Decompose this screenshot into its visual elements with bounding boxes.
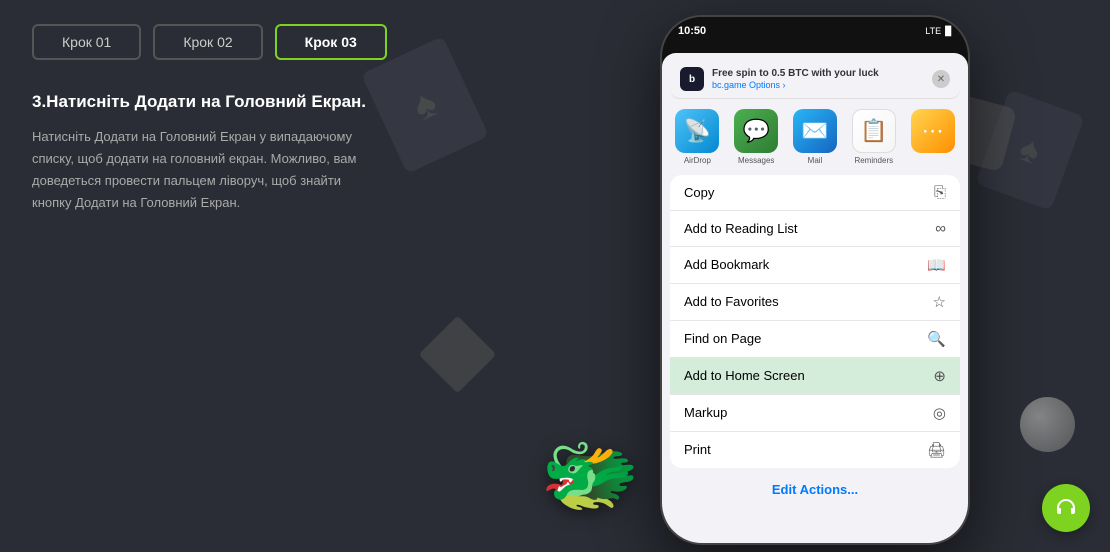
menu-item-reading-list[interactable]: Add to Reading List ∞ [670,211,960,247]
share-sheet: b Free spin to 0.5 BTC with your luck bc… [662,53,968,543]
menu-item-print-label: Print [684,442,711,457]
menu-item-find-label: Find on Page [684,331,761,346]
menu-item-print[interactable]: Print 🖨 [670,432,960,468]
mail-icon: ✉️ [793,109,837,153]
phone-status-bar: 10:50 LTE ▉ [662,17,968,45]
share-menu-list: Copy ⎘ Add to Reading List ∞ Add Bookmar… [670,175,960,468]
step-tab-3[interactable]: Крок 03 [275,24,387,60]
menu-item-bookmark[interactable]: Add Bookmark 📖 [670,247,960,284]
menu-item-markup[interactable]: Markup ◎ [670,395,960,432]
extra-icon-item[interactable]: ⋯ [905,109,960,165]
phone-notch [765,17,865,39]
phone-signal: LTE ▉ [925,26,952,37]
find-icon: 🔍 [927,330,946,348]
dragon-mascot: 🐲 [540,428,640,522]
edit-actions-button[interactable]: Edit Actions... [662,474,968,505]
home-screen-icon: ⊕ [933,367,946,385]
extra-icon: ⋯ [911,109,955,153]
left-content: 3.Натисніть Додати на Головний Екран. На… [32,90,372,214]
menu-item-copy[interactable]: Copy ⎘ [670,175,960,211]
reminders-icon: 📋 [852,109,896,153]
battery-icon: ▉ [945,26,952,37]
messages-icon: 💬 [734,109,778,153]
menu-item-favorites-label: Add to Favorites [684,294,779,309]
notif-title: Free spin to 0.5 BTC with your luck [712,67,924,80]
airdrop-label: AirDrop [684,156,711,165]
app-icons-row: 📡 AirDrop 💬 Messages ✉️ Mail 📋 Reminders… [662,99,968,169]
menu-item-find[interactable]: Find on Page 🔍 [670,321,960,358]
main-description: Натисніть Додати на Головний Екран у вип… [32,126,372,214]
phone-lte: LTE [925,26,941,36]
airdrop-icon: 📡 [675,109,719,153]
main-heading: 3.Натисніть Додати на Головний Екран. [32,90,372,114]
markup-icon: ◎ [933,404,946,422]
messages-icon-item[interactable]: 💬 Messages [729,109,784,165]
reminders-label: Reminders [854,156,893,165]
headphone-icon [1054,496,1078,520]
notif-close-button[interactable]: ✕ [932,70,950,88]
deco-diamond [419,316,497,394]
phone-mockup: 10:50 LTE ▉ b Free spin to 0.5 BTC with … [660,15,970,545]
step-tab-2[interactable]: Крок 02 [153,24,262,60]
notif-sub: bc.game Options › [712,80,924,92]
menu-item-favorites[interactable]: Add to Favorites ☆ [670,284,960,321]
reading-list-icon: ∞ [935,220,946,237]
messages-label: Messages [738,156,774,165]
mail-icon-item[interactable]: ✉️ Mail [788,109,843,165]
favorites-icon: ☆ [933,293,946,311]
step-tab-1[interactable]: Крок 01 [32,24,141,60]
print-icon: 🖨 [927,441,946,459]
deco-ball [1020,397,1075,452]
menu-item-bookmark-label: Add Bookmark [684,257,769,272]
phone-time: 10:50 [678,25,706,37]
mail-label: Mail [808,156,823,165]
phone-frame: 10:50 LTE ▉ b Free spin to 0.5 BTC with … [660,15,970,545]
bookmark-icon: 📖 [927,256,946,274]
menu-item-markup-label: Markup [684,405,727,420]
notif-app-icon: b [680,67,704,91]
copy-icon: ⎘ [934,184,946,201]
menu-item-reading-label: Add to Reading List [684,221,797,236]
menu-item-home-screen[interactable]: Add to Home Screen ⊕ [670,358,960,395]
reminders-icon-item[interactable]: 📋 Reminders [846,109,901,165]
notification-bar: b Free spin to 0.5 BTC with your luck bc… [670,59,960,99]
support-button[interactable] [1042,484,1090,532]
menu-item-home-label: Add to Home Screen [684,368,805,383]
notif-text: Free spin to 0.5 BTC with your luck bc.g… [712,67,924,92]
airdrop-icon-item[interactable]: 📡 AirDrop [670,109,725,165]
menu-item-copy-label: Copy [684,185,714,200]
